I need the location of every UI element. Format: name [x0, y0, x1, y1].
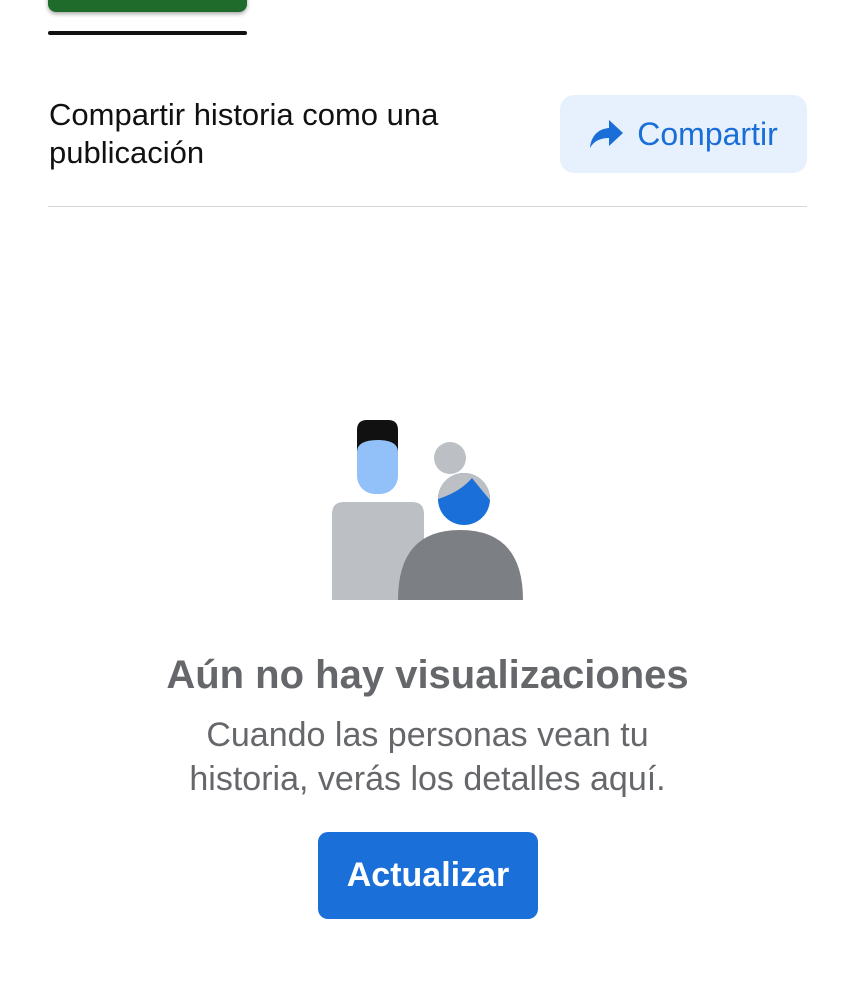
- selected-story-indicator: [48, 31, 247, 35]
- share-button[interactable]: Compartir: [560, 95, 807, 173]
- share-arrow-icon: [589, 118, 625, 150]
- divider: [48, 206, 807, 207]
- empty-state-title: Aún no hay visualizaciones: [166, 653, 689, 697]
- empty-state-body-line: historia, verás los detalles aquí.: [189, 760, 666, 798]
- share-story-text: Compartir historia como una publicación: [49, 97, 439, 170]
- empty-state-body: Cuando las personas vean tu historia, ve…: [0, 713, 855, 801]
- people-illustration: [330, 418, 525, 600]
- refresh-button-label: Actualizar: [346, 856, 510, 894]
- story-thumbnail[interactable]: [48, 0, 247, 12]
- refresh-button[interactable]: Actualizar: [318, 832, 538, 919]
- share-button-label: Compartir: [637, 115, 778, 152]
- empty-state-body-line: Cuando las personas vean tu: [206, 716, 649, 754]
